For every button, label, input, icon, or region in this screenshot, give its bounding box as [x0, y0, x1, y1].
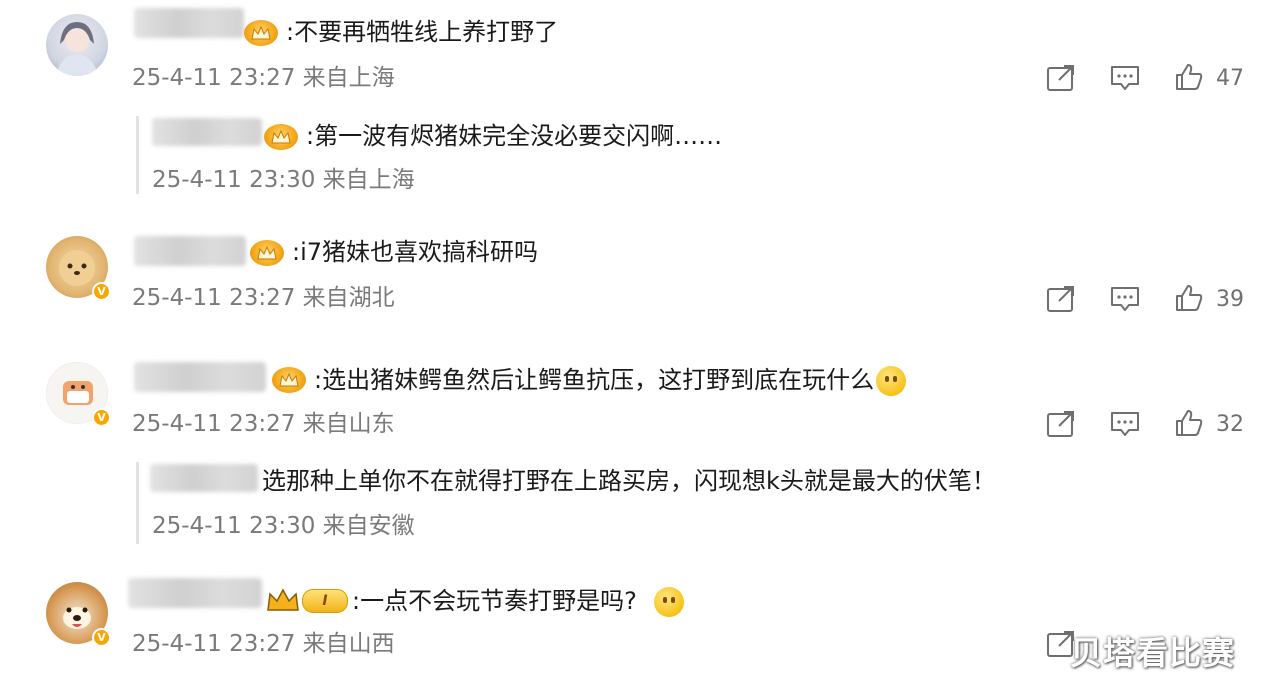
- verified-badge-icon: V: [92, 628, 111, 647]
- vip-level-badge: I: [302, 589, 348, 613]
- comment-icon[interactable]: [1110, 64, 1140, 92]
- like-icon[interactable]: [1175, 409, 1203, 437]
- comment-time: 25-4-11 23:27: [132, 411, 296, 437]
- comment-time: 25-4-11 23:27: [132, 285, 296, 311]
- comment-icon[interactable]: [1110, 285, 1140, 313]
- comment-text: :不要再牺牲线上养打野了: [286, 18, 559, 46]
- crown-badge-icon: [266, 588, 300, 616]
- like-count: 47: [1216, 66, 1244, 91]
- reply-meta: 25-4-11 23:30 来自上海: [152, 166, 415, 194]
- comment-location: 来自上海: [302, 65, 395, 91]
- reply-divider: [136, 462, 139, 544]
- comment-text-row: :选出猪妹鳄鱼然后让鳄鱼抗压，这打野到底在玩什么: [314, 365, 907, 396]
- share-icon[interactable]: [1046, 285, 1076, 313]
- crown-badge-icon: [264, 124, 298, 150]
- reply-location: 来自安徽: [322, 513, 415, 539]
- comment-location: 来自山东: [302, 411, 395, 437]
- comment-text-row: :一点不会玩节奏打野是吗?: [352, 586, 685, 617]
- comment-meta: 25-4-11 23:27 来自山东: [132, 410, 395, 438]
- comment-meta: 25-4-11 23:27 来自山西: [132, 630, 395, 658]
- username-blurred[interactable]: [134, 236, 246, 266]
- comment-location: 来自山西: [302, 631, 395, 657]
- like-icon[interactable]: [1175, 284, 1203, 312]
- reply-text: :第一波有烬猪妹完全没必要交闪啊……: [306, 122, 723, 150]
- comment-time: 25-4-11 23:27: [132, 65, 296, 91]
- comment-location: 来自湖北: [302, 285, 395, 311]
- comment-meta: 25-4-11 23:27 来自上海: [132, 64, 395, 92]
- share-icon[interactable]: [1046, 410, 1076, 438]
- watermark: 贝塔看比赛: [1070, 634, 1236, 672]
- share-icon[interactable]: [1046, 64, 1076, 92]
- smile-emoji-icon: [654, 587, 685, 617]
- reply-divider: [136, 116, 139, 194]
- like-count: 32: [1216, 412, 1244, 437]
- username-blurred[interactable]: [128, 578, 262, 608]
- like-icon[interactable]: [1175, 63, 1203, 91]
- crown-badge-icon: [272, 367, 306, 393]
- reply-username-blurred[interactable]: [150, 464, 258, 492]
- reply-username-blurred[interactable]: [152, 118, 262, 146]
- reply-time: 25-4-11 23:30: [152, 167, 316, 193]
- reply-time: 25-4-11 23:30: [152, 513, 316, 539]
- crown-badge-icon: [250, 240, 284, 266]
- comment-text: :一点不会玩节奏打野是吗?: [352, 587, 637, 615]
- reply-location: 来自上海: [322, 167, 415, 193]
- comment-text: :i7猪妹也喜欢搞科研吗: [292, 238, 539, 266]
- verified-badge-icon: V: [92, 408, 111, 427]
- reply-meta: 25-4-11 23:30 来自安徽: [152, 512, 415, 540]
- comment-time: 25-4-11 23:27: [132, 631, 296, 657]
- username-blurred[interactable]: [134, 362, 266, 392]
- verified-badge-icon: V: [92, 282, 111, 301]
- comment-icon[interactable]: [1110, 410, 1140, 438]
- reply-text: 选那种上单你不在就得打野在上路买房，闪现想k头就是最大的伏笔！: [262, 467, 996, 495]
- crown-badge-icon: [244, 20, 278, 46]
- comment-text: :选出猪妹鳄鱼然后让鳄鱼抗压，这打野到底在玩什么: [314, 366, 875, 394]
- smile-emoji-icon: [876, 366, 907, 396]
- like-count: 39: [1216, 287, 1244, 312]
- anime-girl-avatar-icon: [56, 22, 98, 76]
- comment-meta: 25-4-11 23:27 来自湖北: [132, 284, 395, 312]
- username-blurred[interactable]: [134, 8, 244, 38]
- avatar[interactable]: [46, 14, 108, 76]
